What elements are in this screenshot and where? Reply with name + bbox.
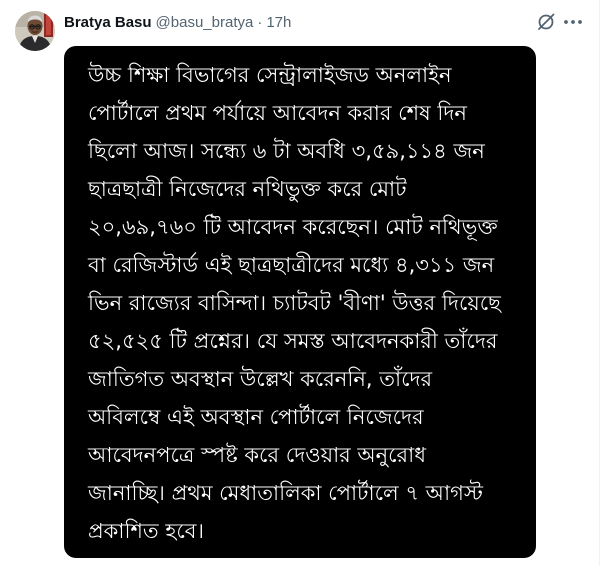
separator-dot: · (257, 13, 263, 31)
tweet-header: Bratya Basu @basu_bratya · 17h (64, 12, 291, 32)
avatar-photo (15, 11, 55, 51)
tweet: Bratya Basu @basu_bratya · 17h উচ্চ শিক্… (0, 0, 600, 566)
more-options-icon[interactable] (562, 11, 584, 33)
avatar[interactable] (15, 11, 55, 51)
post-image[interactable]: উচ্চ শিক্ষা বিভাগের সেন্ট্রালাইজড অনলাইন… (64, 46, 536, 558)
more-horizontal-icon (564, 20, 582, 24)
grok-icon-graphic (538, 13, 555, 30)
post-image-text: উচ্চ শিক্ষা বিভাগের সেন্ট্রালাইজড অনলাইন… (88, 63, 501, 543)
author-display-name[interactable]: Bratya Basu (64, 14, 152, 31)
grok-icon[interactable] (535, 11, 557, 33)
post-timestamp[interactable]: 17h (266, 14, 291, 31)
author-handle[interactable]: @basu_bratya (156, 14, 254, 31)
